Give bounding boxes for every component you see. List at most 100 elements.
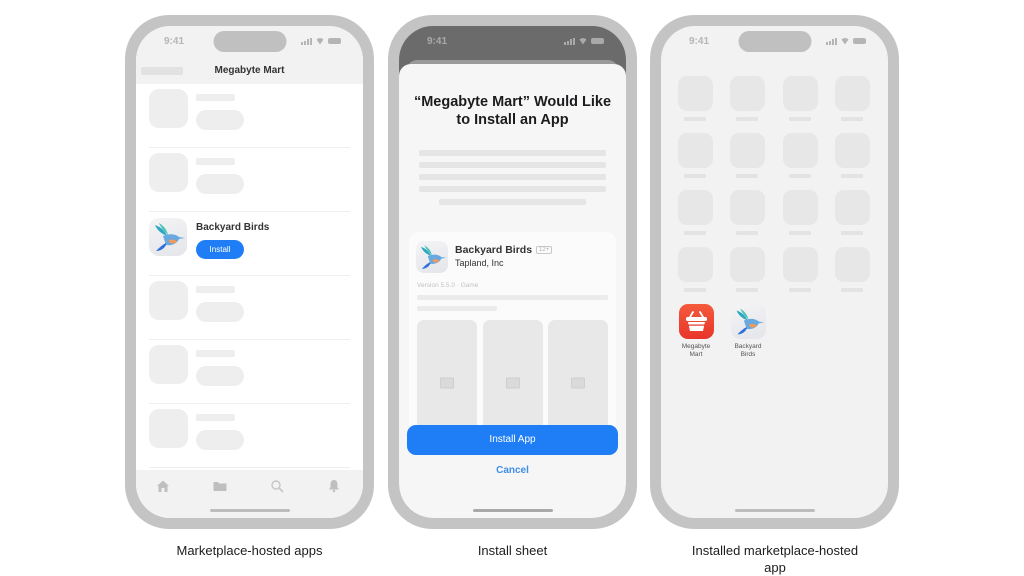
screen: 9:41 Megabyte Mart [661,26,888,518]
label-placeholder [841,117,863,121]
text-placeholder [419,162,606,168]
signal-icon [564,37,575,45]
image-icon [571,377,585,389]
phone-marketplace-hosted-apps: 9:41 Megabyte Mart Backyard Birds Instal… [125,15,374,529]
app-icon-placeholder[interactable] [835,190,870,225]
label-placeholder [789,174,811,178]
home-indicator [734,509,815,512]
backyard-birds-icon[interactable] [149,218,187,256]
divider [149,467,350,468]
text-placeholder [196,94,235,101]
app-icon-placeholder[interactable] [678,133,713,168]
caption-marketplace-hosted-apps: Marketplace-hosted apps [176,543,323,558]
app-icon-placeholder[interactable] [783,76,818,111]
list-item[interactable] [149,148,350,212]
app-icon-placeholder[interactable] [730,247,765,282]
megabyte-mart-icon[interactable] [678,304,714,339]
phone-install-sheet: 9:41 “Megabyte Mart” Would Like to Insta… [388,15,637,529]
app-icon-placeholder [149,345,188,384]
text-placeholder [419,174,606,180]
label-placeholder [736,117,758,121]
caption-install-sheet: Install sheet [477,543,548,558]
app-icon-placeholder[interactable] [678,190,713,225]
button-placeholder [196,174,244,194]
age-rating-badge: 12+ [536,246,553,254]
list-item[interactable] [149,276,350,340]
wifi-icon [578,38,588,45]
status-time: 9:41 [689,35,710,47]
label-placeholder [736,231,758,235]
cancel-button[interactable]: Cancel [399,465,626,476]
status-time: 9:41 [164,35,185,47]
app-name: Backyard Birds [196,222,270,233]
app-icon-placeholder[interactable] [678,76,713,111]
dynamic-island [738,31,811,52]
install-app-button[interactable]: Install App [407,425,618,455]
list-item-backyard-birds[interactable]: Backyard Birds Install [149,212,350,276]
signal-icon [301,37,312,45]
list-item[interactable] [149,404,350,468]
app-icon-placeholder[interactable] [835,247,870,282]
system-icons [564,37,604,45]
nav-bar: Megabyte Mart [136,56,363,84]
text-placeholder [196,158,235,165]
text-placeholder [417,295,608,300]
home-indicator [472,509,553,512]
status-time: 9:41 [427,35,448,47]
bell-icon[interactable] [327,479,341,493]
label-placeholder [841,174,863,178]
app-icon-placeholder[interactable] [783,190,818,225]
text-placeholder [439,199,586,205]
install-button[interactable]: Install [196,240,244,259]
system-icons [301,37,341,45]
wifi-icon [315,38,325,45]
battery-icon [328,38,341,44]
app-icon-placeholder[interactable] [678,247,713,282]
nav-title: Megabyte Mart [214,65,285,76]
developer-name: Tapland, Inc [455,258,504,268]
label-placeholder [736,174,758,178]
text-placeholder [419,150,606,156]
text-placeholder [419,186,606,192]
folder-icon[interactable] [213,479,227,493]
button-placeholder [196,110,244,130]
app-icon-placeholder [149,281,188,320]
label-placeholder [841,288,863,292]
label-placeholder [684,231,706,235]
app-icon-placeholder [149,89,188,128]
screen: 9:41 Megabyte Mart [136,26,363,518]
app-icon-placeholder[interactable] [730,190,765,225]
app-list: Backyard Birds Install [136,84,363,470]
list-item[interactable] [149,340,350,404]
screen: 9:41 “Megabyte Mart” Would Like to Insta… [399,26,626,518]
install-sheet: “Megabyte Mart” Would Like to Install an… [399,64,626,518]
app-icon-placeholder[interactable] [835,133,870,168]
caption-installed-app: Installed marketplace-hosted app [691,543,859,575]
app-name: Backyard Birds 12+ [455,244,553,256]
text-placeholder [417,306,497,311]
app-icon-placeholder [149,153,188,192]
app-label: Backyard Birds [734,343,762,358]
label-placeholder [789,117,811,121]
system-icons [826,37,866,45]
backyard-birds-icon[interactable] [730,304,766,339]
app-icon-placeholder [149,409,188,448]
home-icon[interactable] [156,479,170,493]
image-icon [440,377,454,389]
label-placeholder [789,231,811,235]
app-megabyte-mart[interactable]: Megabyte Mart [676,304,716,359]
wifi-icon [840,38,850,45]
app-icon-placeholder[interactable] [730,76,765,111]
search-icon[interactable] [270,479,284,493]
backyard-birds-icon [416,241,448,273]
sheet-title: “Megabyte Mart” Would Like to Install an… [413,94,612,128]
app-icon-placeholder[interactable] [783,133,818,168]
app-icon-placeholder[interactable] [783,247,818,282]
app-icon-placeholder[interactable] [730,133,765,168]
list-item[interactable] [149,84,350,148]
label-placeholder [841,231,863,235]
app-backyard-birds[interactable]: Backyard Birds [728,304,768,359]
app-label: Megabyte Mart [681,343,711,358]
dynamic-island [213,31,286,52]
app-icon-placeholder[interactable] [835,76,870,111]
